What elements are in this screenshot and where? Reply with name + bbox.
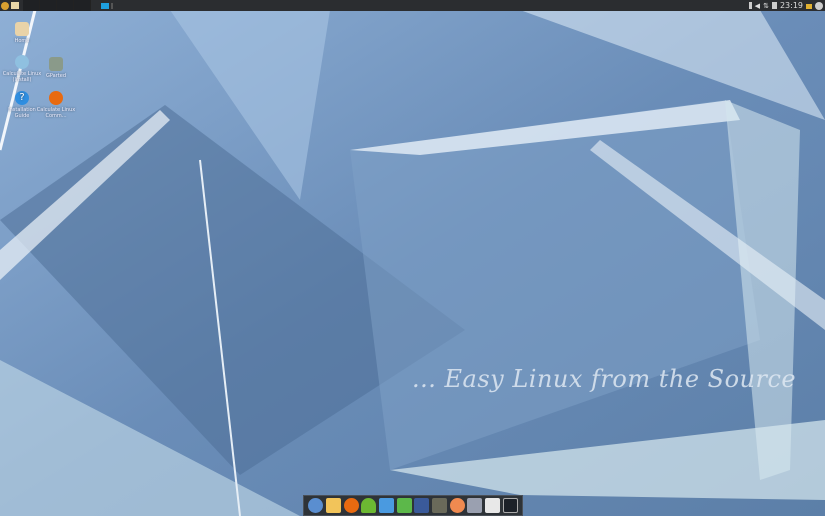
lock-icon[interactable] (806, 4, 812, 9)
task-slot[interactable] (23, 0, 40, 11)
file-manager-icon[interactable] (11, 2, 19, 9)
workspace-1[interactable] (101, 2, 109, 9)
task-slot[interactable] (57, 0, 74, 11)
power-icon[interactable] (815, 1, 823, 10)
melon-icon[interactable] (449, 498, 465, 513)
writer-icon[interactable] (378, 498, 394, 513)
task-slot[interactable] (40, 0, 57, 11)
workspace-2[interactable] (111, 2, 113, 9)
mail-icon[interactable] (325, 498, 341, 513)
network-icon[interactable]: ⇅ (763, 2, 769, 10)
top-panel: ◀ ⇅ 23:19 (0, 0, 825, 11)
system-tray: ◀ ⇅ 23:19 (748, 0, 823, 11)
volume-icon[interactable]: ◀ (755, 2, 760, 10)
calculator-icon[interactable] (414, 498, 430, 513)
clipboard-icon[interactable] (771, 2, 777, 9)
battery-icon[interactable] (748, 2, 752, 9)
wallpaper-slogan: ... Easy Linux from the Source (412, 365, 797, 393)
desktop-icon-community[interactable]: Calculate Linux Comm... (36, 91, 76, 119)
desktop-wallpaper (0, 0, 825, 516)
text-editor-icon[interactable] (484, 498, 500, 513)
chromium-icon[interactable] (308, 498, 324, 513)
workspace-pager (101, 2, 113, 9)
clock[interactable]: 23:19 (780, 1, 803, 10)
desktop-icon-gparted[interactable]: GParted (36, 57, 76, 79)
gimp-icon[interactable] (431, 498, 447, 513)
calculate-icon[interactable] (343, 498, 359, 513)
app-menu-icon[interactable] (1, 1, 9, 10)
taskbar (23, 0, 91, 11)
dock (303, 495, 523, 516)
calc-spreadsheet-icon[interactable] (396, 498, 412, 513)
video-editor-icon[interactable] (467, 498, 483, 513)
calculate-community-icon (49, 91, 63, 105)
help-icon: ? (15, 91, 29, 105)
folder-home-icon (15, 22, 29, 36)
task-slot[interactable] (74, 0, 91, 11)
user-icon[interactable] (361, 498, 377, 513)
terminal-icon[interactable] (502, 498, 518, 513)
installer-icon (15, 55, 29, 69)
gparted-icon (49, 57, 63, 71)
desktop-icon-home[interactable]: Home (2, 22, 42, 44)
